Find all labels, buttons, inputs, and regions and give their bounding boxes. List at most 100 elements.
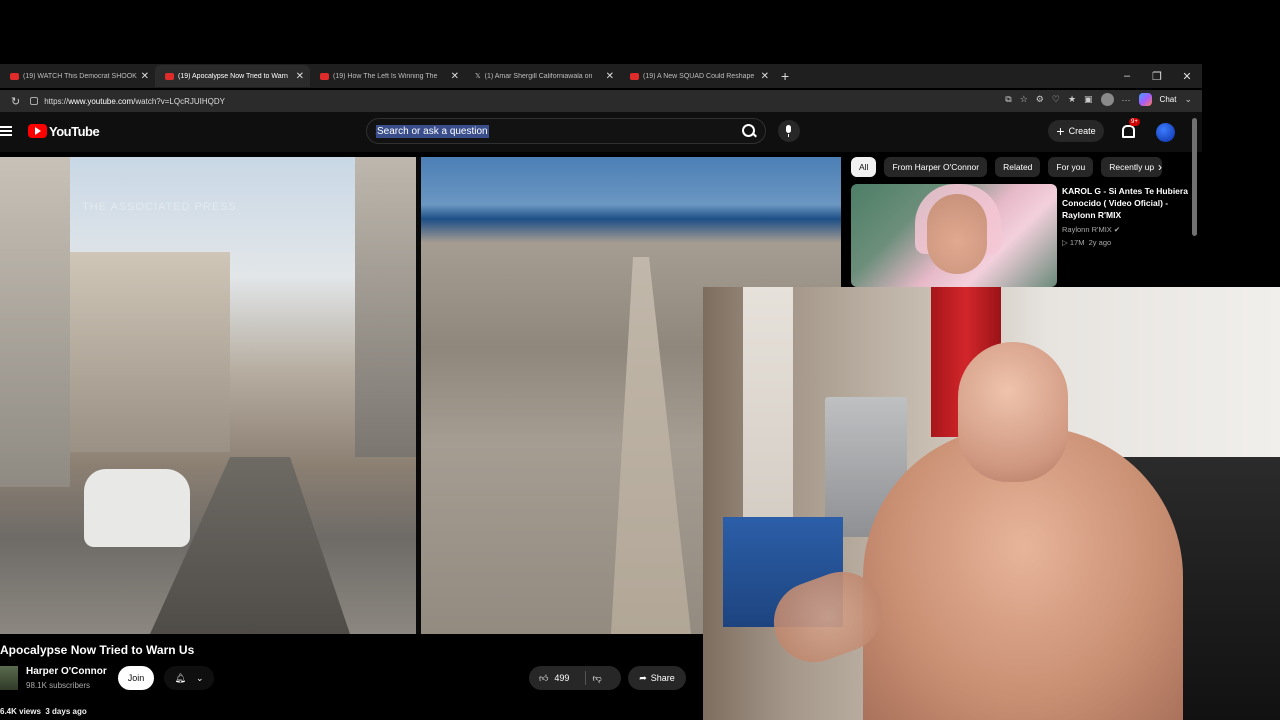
maximize-icon[interactable]: ❐ — [1142, 70, 1172, 83]
profile-icon[interactable] — [1100, 93, 1114, 106]
browser-tab[interactable]: (19) A New SQUAD Could Reshape ✕ — [620, 65, 775, 87]
bell-icon: 🔔︎ — [174, 672, 186, 683]
ruined-building — [70, 252, 230, 452]
address-bar: ↻ https://www.youtube.com/watch?v=LQcRJU… — [0, 90, 1202, 112]
chip-related[interactable]: Related — [995, 157, 1041, 177]
browser-essentials-icon[interactable]: ♡ — [1052, 94, 1060, 105]
chat-label[interactable]: Chat — [1160, 95, 1177, 104]
close-window-icon[interactable]: ✕ — [1172, 70, 1202, 83]
recommendation-age: 2y ago — [1088, 238, 1112, 247]
like-count[interactable]: 499 — [554, 673, 569, 683]
close-icon[interactable]: ✕ — [761, 71, 769, 82]
recommendation-channel: Raylonn R'MIX ✔︎ — [1062, 225, 1120, 234]
chevron-down-icon[interactable]: ⌄ — [1184, 94, 1192, 105]
view-count: 6.4K views — [0, 707, 41, 716]
youtube-logo-text[interactable]: YouTube — [49, 124, 100, 139]
minimize-icon[interactable]: – — [1112, 70, 1142, 82]
close-icon[interactable]: ✕ — [141, 71, 149, 82]
divider — [585, 671, 587, 685]
upload-age: 3 days ago — [45, 707, 87, 716]
browser-tab[interactable]: 𝕏 (1) Amar Shergill Californiawala on ✕ — [465, 65, 620, 87]
share-button[interactable]: ➦ Share — [628, 666, 686, 690]
browser-tab-active[interactable]: (19) Apocalypse Now Tried to Warn ✕ — [155, 65, 310, 87]
chip-from-channel[interactable]: From Harper O'Connor — [884, 157, 988, 177]
window-controls: – ❐ ✕ — [1112, 64, 1202, 88]
youtube-header: YouTube Search or ask a question + Creat… — [0, 112, 1202, 152]
lock-icon[interactable] — [30, 97, 39, 105]
youtube-logo-icon[interactable] — [28, 124, 47, 138]
close-icon[interactable]: ✕ — [451, 71, 459, 82]
youtube-icon — [10, 72, 19, 80]
channel-name[interactable]: Harper O'Connor — [26, 666, 107, 677]
recommendation-title[interactable]: KAROL G - Si Antes Te Hubiera Conocido (… — [1062, 185, 1192, 221]
tab-title: (19) A New SQUAD Could Reshape — [643, 72, 755, 80]
webcam-overlay — [703, 287, 1280, 720]
subscriber-count: 98.1K subscribers — [26, 681, 91, 690]
youtube-icon — [320, 72, 329, 80]
avatar[interactable] — [1156, 123, 1175, 142]
video-watermark: THE ASSOCIATED PRESS — [82, 201, 237, 213]
toolbar-icons: ⧉ ☆ ⚙ ♡ ★ ▣ ··· Chat ⌄ — [1005, 93, 1192, 106]
share-icon: ➦ — [639, 672, 647, 683]
thumbnail-face — [927, 194, 987, 274]
split-screen-icon[interactable]: ⧉ — [1005, 94, 1011, 105]
search-box[interactable]: Search or ask a question — [366, 118, 766, 144]
menu-icon[interactable] — [0, 126, 12, 136]
chevron-down-icon: ⌄ — [195, 672, 204, 683]
more-icon[interactable]: ··· — [1122, 95, 1131, 105]
tab-title: (1) Amar Shergill Californiawala on — [484, 72, 593, 80]
search-selected-text: Search or ask a question — [376, 125, 489, 138]
recommendation-thumbnail[interactable] — [851, 184, 1057, 287]
close-icon[interactable]: ✕ — [296, 71, 304, 82]
tab-title: (19) Apocalypse Now Tried to Warn — [178, 72, 288, 80]
favorites-icon[interactable]: ★ — [1068, 94, 1076, 105]
collections-icon[interactable]: ▣ — [1084, 94, 1093, 105]
new-tab-icon[interactable]: + — [781, 68, 789, 84]
like-dislike-group: 👍︎ 499 👎︎ — [529, 666, 621, 690]
browser-tab[interactable]: (19) How The Left Is Winning The ✕ — [310, 65, 465, 87]
tab-title: (19) How The Left Is Winning The — [333, 72, 438, 80]
notification-badge: 9+ — [1129, 118, 1140, 126]
url-prefix: https:// — [44, 96, 69, 106]
copilot-icon[interactable] — [1138, 93, 1152, 106]
recommendation-views: 17M — [1069, 238, 1085, 247]
scrollbar[interactable] — [1192, 118, 1197, 236]
url-field[interactable]: https://www.youtube.com/watch?v=LQcRJUIH… — [44, 97, 225, 106]
favorite-star-icon[interactable]: ☆ — [1020, 94, 1028, 105]
filter-chips: All From Harper O'Connor Related For you… — [851, 157, 1163, 177]
recommendation-channel-name: Raylonn R'MIX — [1062, 225, 1112, 234]
close-icon[interactable]: ✕ — [606, 71, 614, 82]
microphone-icon[interactable] — [778, 120, 800, 142]
white-car — [84, 469, 190, 547]
youtube-icon — [165, 72, 174, 80]
streamer-head — [958, 342, 1068, 482]
browser-tab-bar: (19) WATCH This Democrat SHOOK ✕ (19) Ap… — [0, 64, 1202, 88]
share-label: Share — [650, 673, 675, 683]
create-button[interactable]: + Create — [1048, 120, 1104, 142]
chip-recently-uploaded[interactable]: Recently up — [1101, 157, 1163, 177]
chip-for-you[interactable]: For you — [1048, 157, 1094, 177]
video-frame-left: THE ASSOCIATED PRESS — [0, 157, 416, 634]
join-button[interactable]: Join — [118, 666, 154, 690]
chip-all[interactable]: All — [851, 157, 877, 177]
channel-avatar[interactable] — [0, 666, 18, 690]
reload-icon[interactable]: ↻ — [11, 95, 20, 108]
subscription-bell-button[interactable]: 🔔︎ ⌄ — [164, 666, 214, 690]
create-label: Create — [1068, 126, 1096, 136]
video-title: Apocalypse Now Tried to Warn Us — [0, 643, 195, 657]
chevron-right-icon[interactable]: › — [1158, 160, 1162, 174]
search-icon[interactable] — [739, 121, 759, 141]
plus-icon: + — [1056, 123, 1065, 139]
thumbs-down-icon[interactable]: 👎︎ — [592, 673, 601, 684]
youtube-icon — [630, 72, 639, 80]
recommendation-stats: ▷ 17M 2y ago — [1062, 238, 1111, 247]
x-icon: 𝕏 — [475, 72, 481, 80]
url-path: /watch?v=LQcRJUIHQDY — [133, 96, 225, 106]
tab-title: (19) WATCH This Democrat SHOOK — [23, 72, 137, 80]
thumbs-up-icon[interactable]: 👍︎ — [539, 673, 548, 684]
ruined-building — [355, 157, 416, 457]
url-domain: www.youtube.com — [68, 96, 134, 106]
extensions-icon[interactable]: ⚙ — [1036, 94, 1044, 105]
browser-tab[interactable]: (19) WATCH This Democrat SHOOK ✕ — [0, 65, 155, 87]
ruined-building — [0, 157, 70, 487]
